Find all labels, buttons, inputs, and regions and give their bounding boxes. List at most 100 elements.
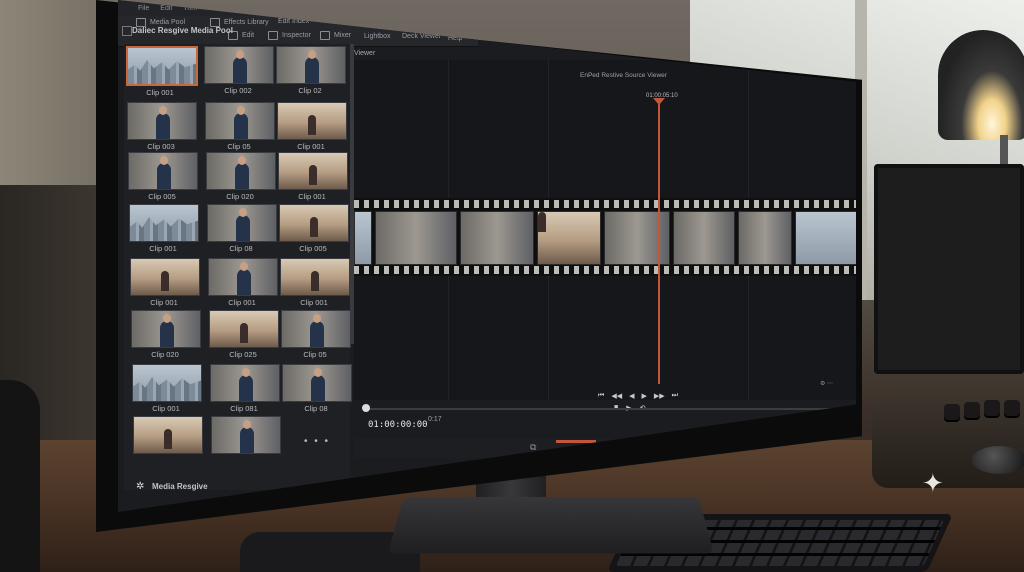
clip-thumbnail — [130, 258, 200, 296]
clip-thumbnail — [126, 46, 198, 86]
media-clip[interactable]: Clip 08 — [282, 364, 352, 413]
inspector-button[interactable]: Inspector — [268, 31, 311, 40]
playback-speed: 0:17 — [428, 416, 442, 423]
transport-controls: ⏮ ◀◀ ◀ ▶ ▶▶ ⏭ — [598, 392, 678, 400]
film-sprockets-top — [354, 200, 856, 208]
media-clip[interactable]: Clip 002 — [204, 46, 274, 95]
clip-label: Clip 001 — [297, 142, 325, 151]
viewer-options-icon[interactable]: ⚙ ⋯ — [820, 380, 833, 387]
scrub-bar[interactable] — [364, 408, 844, 410]
menu-item[interactable]: Timeline — [208, 5, 234, 12]
transport-button[interactable]: ◀ — [629, 392, 634, 400]
inspector-icon — [268, 31, 278, 40]
film-frame[interactable] — [375, 211, 457, 265]
help-button[interactable]: Help — [448, 35, 462, 42]
clip-label: Clip 001 — [298, 192, 326, 201]
filmstrip-frames — [354, 211, 856, 265]
clip-thumbnail — [281, 310, 351, 348]
media-clip[interactable] — [211, 416, 281, 454]
menu-item[interactable]: Workspace — [456, 5, 491, 12]
active-page-indicator — [556, 440, 596, 443]
media-clip[interactable]: Clip 001 — [208, 258, 278, 307]
media-clip[interactable]: Clip 001 — [277, 102, 347, 151]
menu-item[interactable]: File — [138, 5, 149, 12]
viewer-tab[interactable]: Viewer — [354, 50, 375, 57]
film-frame[interactable] — [537, 211, 601, 265]
menu-item[interactable]: Help — [502, 5, 516, 12]
media-clip[interactable]: Clip 001 — [132, 364, 202, 413]
clip-thumbnail — [207, 204, 277, 242]
clip-label: Clip 005 — [148, 192, 176, 201]
more-clips-indicator[interactable]: • • • — [304, 436, 330, 447]
media-clip[interactable]: Clip 025 — [209, 310, 279, 359]
clip-thumbnail — [279, 204, 349, 242]
media-clip[interactable] — [133, 416, 203, 454]
transport-button[interactable]: ⏭ — [672, 392, 678, 400]
clip-thumbnail — [206, 152, 276, 190]
menu-item[interactable]: Mark — [268, 5, 284, 12]
media-clip[interactable]: Clip 05 — [281, 310, 351, 359]
transport-button[interactable]: ◀◀ — [611, 392, 622, 400]
controller-key — [964, 402, 980, 418]
media-clip[interactable]: Clip 001 — [280, 258, 350, 307]
menu-item[interactable]: Fairlight — [420, 5, 445, 12]
filmstrip[interactable] — [354, 198, 856, 276]
film-frame[interactable] — [795, 211, 856, 265]
controller-key — [984, 400, 1000, 416]
edit-index-button[interactable]: Edit Index — [278, 18, 309, 25]
transport-button[interactable]: ⏮ — [598, 392, 604, 400]
menu-item[interactable]: Trim — [183, 5, 197, 12]
clip-thumbnail — [210, 364, 280, 402]
sparkle-icon: ✦ — [922, 468, 944, 498]
media-clip[interactable]: Clip 001 — [129, 204, 199, 253]
scrub-handle[interactable] — [362, 404, 370, 412]
menu-item[interactable]: Clip — [245, 5, 257, 12]
menu-item[interactable]: Edit — [160, 5, 172, 12]
media-clip[interactable]: Clip 005 — [279, 204, 349, 253]
clip-thumbnail — [211, 416, 281, 454]
film-sprockets-bottom — [354, 266, 856, 274]
media-clip[interactable]: Clip 001 — [130, 258, 200, 307]
clip-thumbnail — [132, 364, 202, 402]
media-clip[interactable]: Clip 005 — [128, 152, 198, 201]
sound-library-button[interactable]: Sound Library — [334, 18, 378, 25]
menu-item[interactable]: Fusion — [360, 5, 381, 12]
clip-label: Clip 001 — [152, 404, 180, 413]
menu-item[interactable]: View — [295, 5, 310, 12]
clip-thumbnail — [133, 416, 203, 454]
clip-label: Clip 02 — [298, 86, 322, 95]
media-pool-footer: Media Resgive — [152, 482, 208, 491]
media-clip[interactable]: Clip 08 — [207, 204, 277, 253]
media-clip[interactable]: Clip 003 — [127, 102, 197, 151]
film-frame[interactable] — [354, 211, 372, 265]
film-frame[interactable] — [460, 211, 534, 265]
menu-item[interactable]: Playback — [321, 5, 349, 12]
media-clip[interactable]: Clip 020 — [131, 310, 201, 359]
clip-label: Clip 002 — [224, 86, 252, 95]
mixer-button[interactable]: Mixer — [320, 31, 351, 40]
media-clip[interactable]: Clip 001 — [126, 46, 198, 97]
desk-lamp — [938, 30, 1024, 140]
clip-label: Clip 025 — [229, 350, 257, 359]
media-clip[interactable]: Clip 02 — [276, 46, 346, 95]
media-clip[interactable]: Clip 001 — [278, 152, 348, 201]
clip-label: Clip 05 — [227, 142, 251, 151]
clip-thumbnail — [282, 364, 352, 402]
menu-item[interactable]: Color — [392, 5, 409, 12]
clip-thumbnail — [205, 102, 275, 140]
media-clip[interactable]: Clip 081 — [210, 364, 280, 413]
media-clip[interactable]: Clip 020 — [206, 152, 276, 201]
clip-label: Clip 081 — [230, 404, 258, 413]
clip-thumbnail — [276, 46, 346, 84]
deck-viewer-button[interactable]: Deck Viewer — [402, 33, 441, 40]
speaker — [0, 380, 40, 572]
transport-button[interactable]: ▶▶ — [654, 392, 665, 400]
film-frame[interactable] — [673, 211, 735, 265]
playhead[interactable] — [658, 102, 660, 384]
film-frame[interactable] — [604, 211, 670, 265]
media-clip[interactable]: Clip 05 — [205, 102, 275, 151]
lightbox-button[interactable]: Lightbox — [364, 33, 390, 40]
clip-label: Clip 020 — [151, 350, 179, 359]
transport-button[interactable]: ▶ — [641, 392, 646, 400]
film-frame[interactable] — [738, 211, 792, 265]
